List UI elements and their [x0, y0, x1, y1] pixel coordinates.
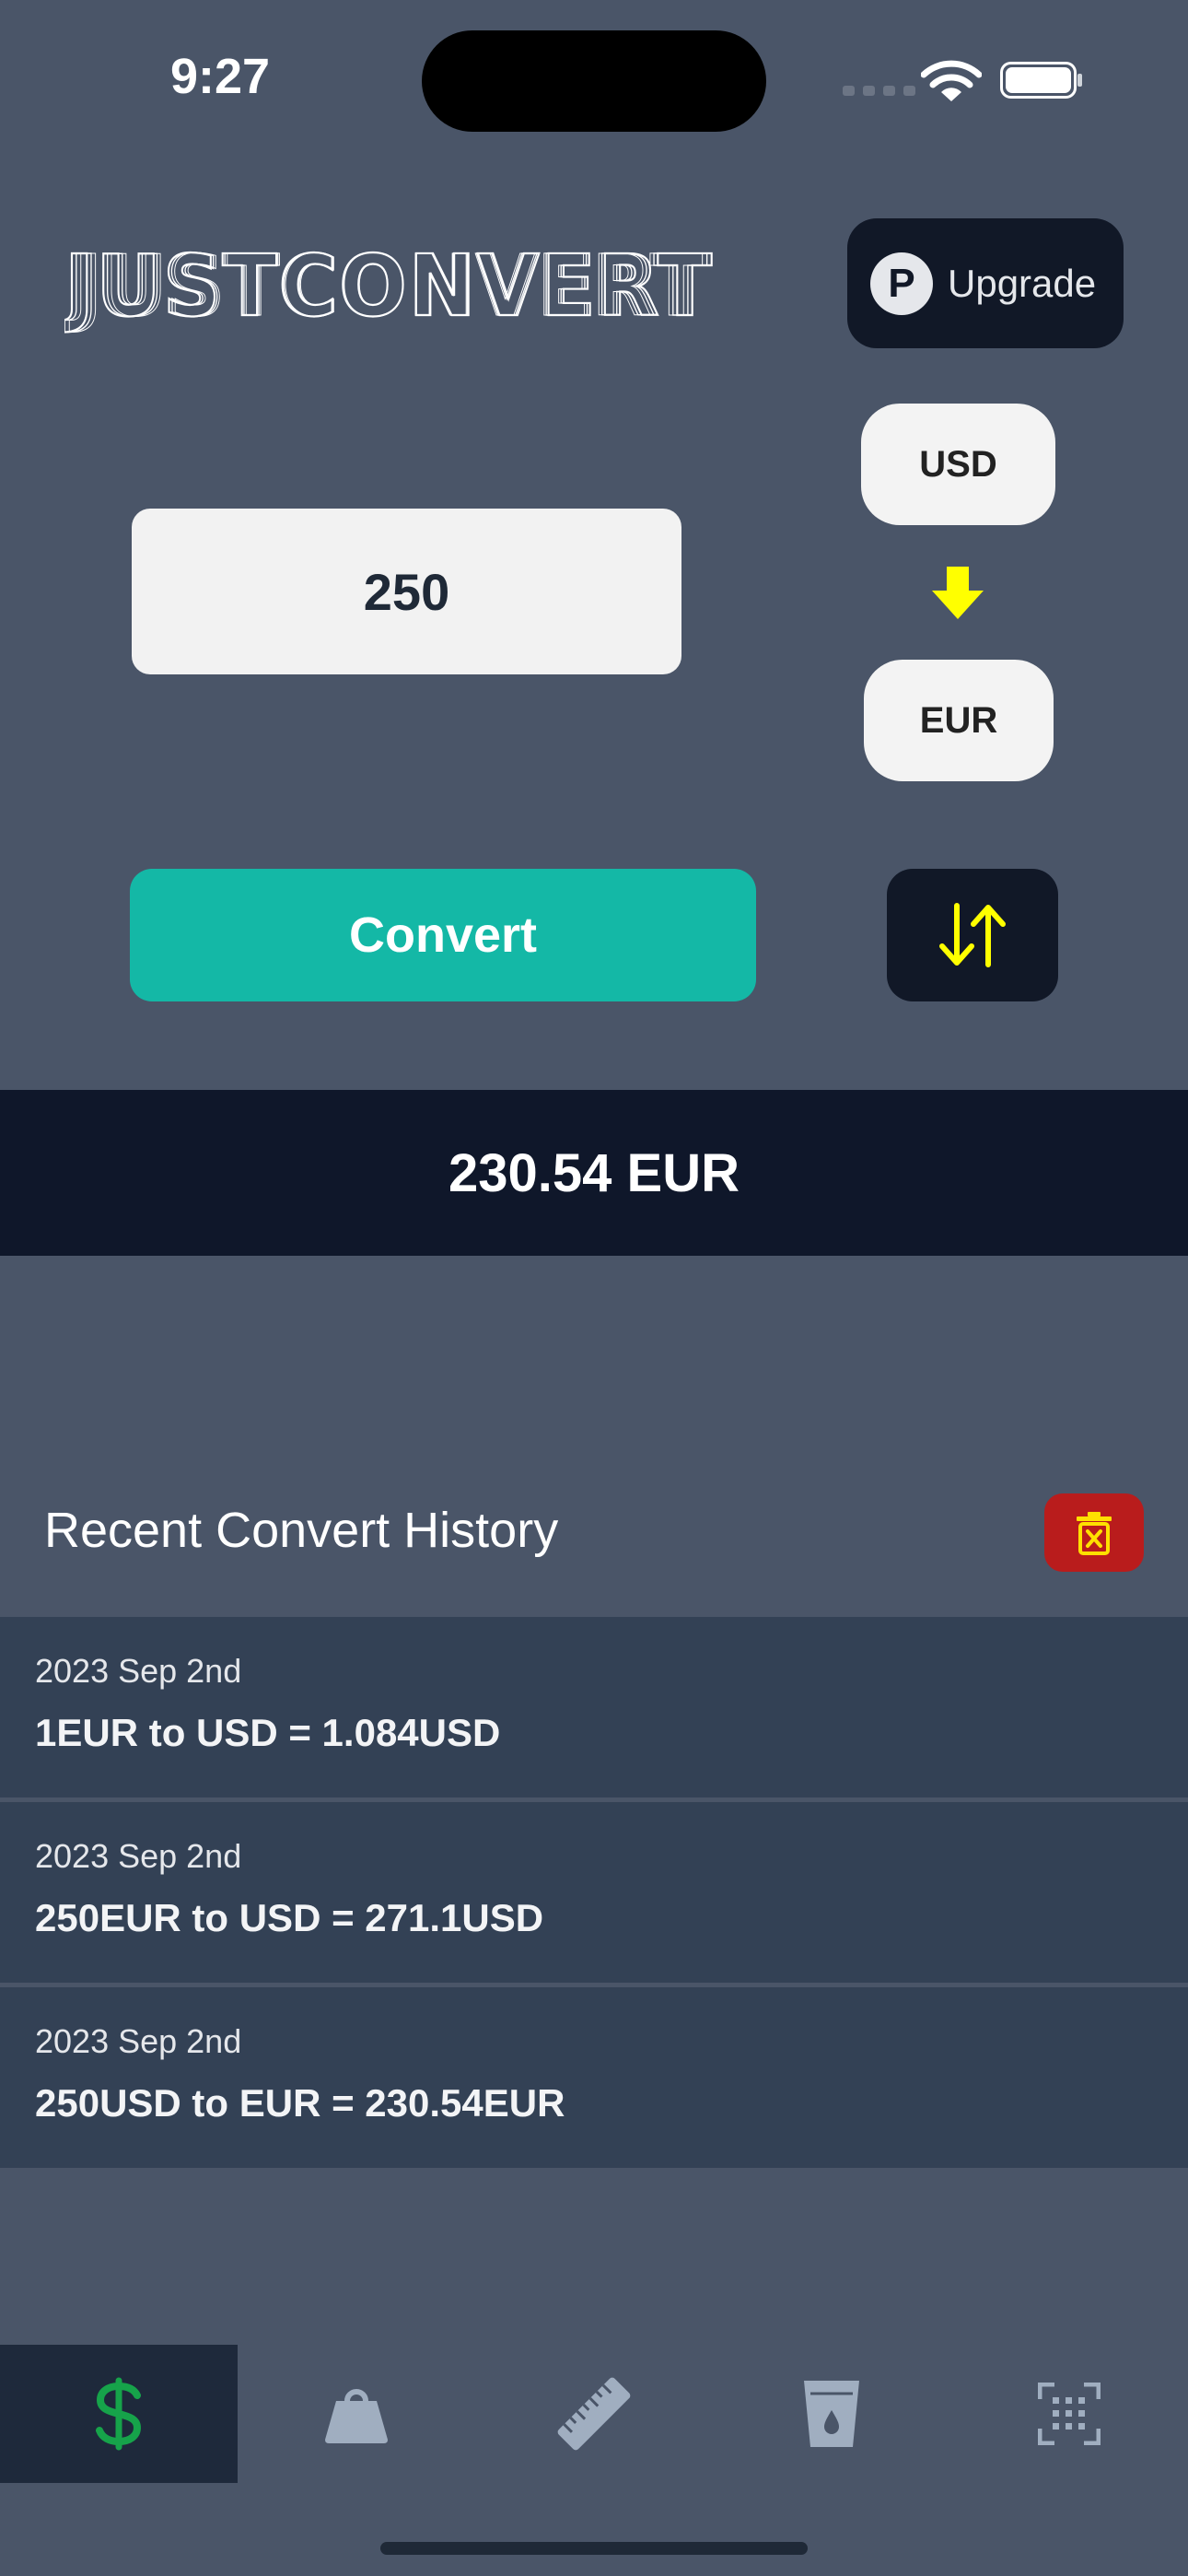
premium-badge-icon: P [870, 252, 933, 315]
trash-icon [1077, 1511, 1112, 1555]
history-conversion: 250USD to EUR = 230.54EUR [35, 2081, 565, 2125]
swap-arrows-icon [939, 903, 1006, 967]
upgrade-label: Upgrade [948, 261, 1097, 305]
wifi-icon [921, 60, 982, 101]
arrow-down-icon [932, 567, 984, 619]
tab-scan[interactable] [950, 2345, 1188, 2483]
tab-weight[interactable] [238, 2345, 475, 2483]
history-item[interactable]: 2023 Sep 2nd 250EUR to USD = 271.1USD [0, 1802, 1188, 1983]
home-indicator [380, 2542, 808, 2555]
dollar-icon [96, 2377, 142, 2451]
cup-icon [804, 2381, 859, 2447]
history-date: 2023 Sep 2nd [35, 1652, 242, 1690]
ruler-icon [557, 2377, 631, 2451]
history-list: 2023 Sep 2nd 1EUR to USD = 1.084USD 2023… [0, 1617, 1188, 2172]
amount-field[interactable] [132, 509, 681, 674]
tab-bar [0, 2345, 1188, 2483]
dynamic-island [422, 30, 766, 132]
history-title: Recent Convert History [44, 1503, 559, 1558]
scan-icon [1038, 2383, 1101, 2445]
history-date: 2023 Sep 2nd [35, 2022, 242, 2060]
status-time: 9:27 [170, 49, 271, 104]
history-item[interactable]: 2023 Sep 2nd 1EUR to USD = 1.084USD [0, 1617, 1188, 1797]
cellular-signal-icon [843, 86, 915, 96]
clear-history-button[interactable] [1044, 1493, 1144, 1572]
to-currency-button[interactable]: EUR [864, 660, 1054, 781]
from-currency-button[interactable]: USD [861, 404, 1055, 525]
tab-length[interactable] [475, 2345, 713, 2483]
svg-text:JUSTCONVERT: JUSTCONVERT [68, 237, 705, 335]
weight-icon [325, 2389, 388, 2443]
app-logo: JUSTCONVERT JUSTCONVERT JUSTCONVERT [64, 236, 713, 336]
tab-currency[interactable] [0, 2345, 238, 2483]
battery-icon [1000, 62, 1082, 99]
upgrade-button[interactable]: P Upgrade [847, 218, 1124, 348]
convert-button[interactable]: Convert [130, 869, 756, 1001]
history-date: 2023 Sep 2nd [35, 1837, 242, 1875]
tab-volume[interactable] [713, 2345, 950, 2483]
history-conversion: 250EUR to USD = 271.1USD [35, 1896, 544, 1939]
conversion-result: 230.54 EUR [0, 1090, 1188, 1256]
history-conversion: 1EUR to USD = 1.084USD [35, 1711, 501, 1754]
history-item[interactable]: 2023 Sep 2nd 250USD to EUR = 230.54EUR [0, 1987, 1188, 2168]
swap-currencies-button[interactable] [887, 869, 1058, 1001]
amount-input[interactable] [132, 560, 681, 623]
